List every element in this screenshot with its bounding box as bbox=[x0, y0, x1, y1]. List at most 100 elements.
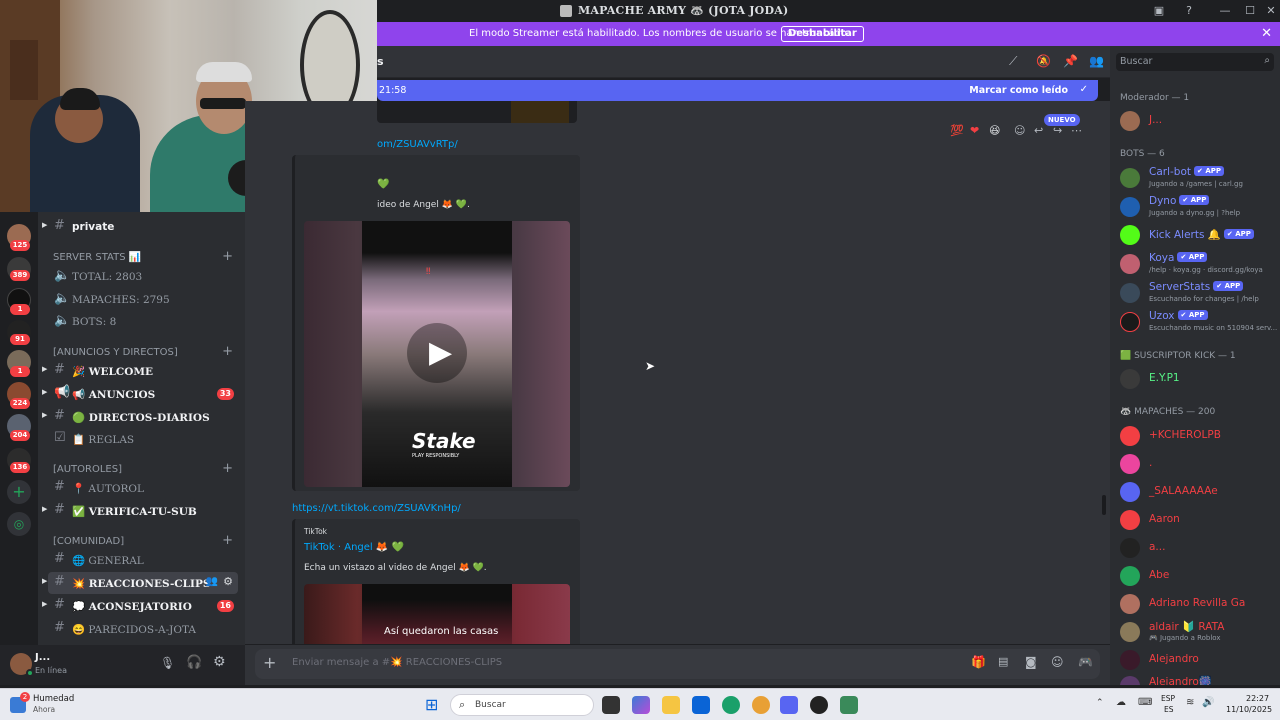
member-item[interactable]: +KCHEROLPB bbox=[1120, 423, 1275, 449]
close-window-button[interactable]: ✕ bbox=[1262, 2, 1280, 20]
member-item[interactable]: Abe bbox=[1120, 563, 1275, 589]
volume-icon[interactable]: 🔊 bbox=[1202, 697, 1214, 708]
cloud-icon[interactable]: ☁ bbox=[1116, 697, 1126, 708]
add-channel-icon[interactable]: + bbox=[222, 249, 233, 264]
threads-icon[interactable]: ⟋ bbox=[1009, 54, 1017, 69]
message-input[interactable]: Enviar mensaje a #💥 REACCIONES-CLIPS bbox=[292, 657, 502, 668]
search-input[interactable]: Buscar ⌕ bbox=[1116, 53, 1274, 71]
reaction-icon[interactable]: 💯 bbox=[950, 124, 964, 137]
channel-private[interactable]: ▶ # private bbox=[42, 216, 238, 238]
add-member-icon[interactable]: 👥 bbox=[206, 576, 218, 587]
add-reaction-icon[interactable]: ☺ bbox=[1014, 124, 1025, 137]
add-channel-icon[interactable]: + bbox=[222, 344, 233, 359]
discord-icon[interactable] bbox=[780, 696, 798, 714]
member-item[interactable]: Alejandro🎆 bbox=[1120, 673, 1275, 685]
user-settings-gear-icon[interactable]: ⚙ bbox=[213, 654, 226, 670]
clock-time[interactable]: 22:27 bbox=[1246, 694, 1269, 703]
channel-directos[interactable]: ▶ # 🟢 DIRECTOS-DIARIOS bbox=[42, 406, 238, 428]
windows-start-icon[interactable]: ⊞ bbox=[425, 695, 438, 714]
channel-general[interactable]: # 🌐 GENERAL bbox=[48, 549, 238, 571]
disable-streamer-button[interactable]: Deshabilitar bbox=[781, 26, 864, 42]
input-icon[interactable]: ⌨ bbox=[1138, 697, 1152, 708]
embed-title[interactable]: TikTok · Angel 🦊 💚 bbox=[304, 542, 404, 553]
headphones-icon[interactable]: 🎧 bbox=[186, 655, 202, 670]
member-item[interactable]: E.Y.P1 bbox=[1120, 366, 1275, 392]
language-label[interactable]: ESP bbox=[1161, 694, 1175, 703]
channel-reglas[interactable]: ☑ 📋 REGLAS bbox=[48, 428, 238, 450]
member-item[interactable]: Dyno ✔ APP Jugando a dyno.gg | ?help bbox=[1120, 194, 1275, 220]
member-item[interactable]: Kick Alerts 🔔 ✔ APP bbox=[1120, 222, 1275, 248]
heart-icon[interactable]: ❤ bbox=[970, 124, 979, 137]
member-item[interactable]: ServerStats ✔ APP Escuchando for changes … bbox=[1120, 280, 1275, 306]
member-item[interactable]: Adriano Revilla Ga bbox=[1120, 591, 1275, 617]
add-server-icon[interactable]: + bbox=[7, 480, 31, 504]
member-item[interactable]: Alejandro bbox=[1120, 647, 1275, 673]
member-item[interactable]: . bbox=[1120, 451, 1275, 477]
member-item[interactable]: Carl-bot ✔ APP Jugando a /games | carl.gg bbox=[1120, 165, 1275, 191]
reply-icon[interactable]: ↩ bbox=[1034, 124, 1043, 137]
new-messages-bar[interactable]: 21:58 Marcar como leído ✓ bbox=[377, 80, 1098, 101]
member-item[interactable]: J... bbox=[1120, 108, 1275, 134]
channel-parecidos[interactable]: # 😄 PARECIDOS-A-JOTA bbox=[48, 618, 238, 640]
discover-icon[interactable]: ◎ bbox=[7, 512, 31, 536]
apps-icon[interactable]: 🎮 bbox=[1078, 655, 1093, 669]
category-autoroles[interactable]: [AUTOROLES] bbox=[53, 464, 122, 475]
copilot-icon[interactable] bbox=[632, 696, 650, 714]
member-item[interactable]: Uzox ✔ APP Escuchando music on 510904 ser… bbox=[1120, 309, 1277, 335]
gif-icon[interactable]: ▤ bbox=[998, 655, 1008, 668]
tray-chevron-icon[interactable]: ⌃ bbox=[1096, 698, 1104, 708]
chrome-icon[interactable] bbox=[752, 696, 770, 714]
obs-icon[interactable] bbox=[810, 696, 828, 714]
close-banner-icon[interactable]: ✕ bbox=[1261, 26, 1272, 41]
mark-read-button[interactable]: Marcar como leído bbox=[969, 85, 1068, 96]
member-list-icon[interactable]: 👥 bbox=[1089, 54, 1104, 68]
maximize-button[interactable]: ☐ bbox=[1241, 2, 1259, 20]
channel-anuncios[interactable]: ▶ 📢 📢 ANUNCIOS 33 bbox=[42, 383, 238, 405]
category-anuncios[interactable]: [ANUNCIOS Y DIRECTOS] bbox=[53, 347, 178, 358]
channel-aconsejatorio[interactable]: ▶ # 💭 ACONSEJATORIO 16 bbox=[42, 595, 238, 617]
add-channel-icon[interactable]: + bbox=[222, 461, 233, 476]
emoji-icon[interactable]: ☺ bbox=[1051, 655, 1064, 669]
play-button[interactable]: ▶ bbox=[407, 323, 467, 383]
more-options-icon[interactable]: ⋯ bbox=[1071, 124, 1082, 137]
notifications-icon[interactable]: 🔕 bbox=[1036, 54, 1051, 68]
help-icon[interactable]: ? bbox=[1180, 2, 1198, 20]
member-item[interactable]: Koya ✔ APP /help · koya.gg · discord.gg/k… bbox=[1120, 251, 1275, 277]
channel-welcome[interactable]: ▶ # 🎉 WELCOME bbox=[42, 360, 238, 382]
member-item[interactable]: Aaron bbox=[1120, 507, 1275, 533]
pin-icon[interactable]: 📌 bbox=[1063, 54, 1078, 68]
chat-scrollbar[interactable] bbox=[1102, 495, 1106, 515]
message-input-box[interactable]: + Enviar mensaje a #💥 REACCIONES-CLIPS 🎁… bbox=[255, 649, 1100, 679]
channel-autorol[interactable]: # 📍 AUTOROL bbox=[48, 477, 238, 499]
laugh-icon[interactable]: 😆 bbox=[989, 124, 1000, 137]
calculator-icon[interactable] bbox=[840, 696, 858, 714]
forward-icon[interactable]: ↪ bbox=[1053, 124, 1062, 137]
member-item[interactable]: a... bbox=[1120, 535, 1275, 561]
category-comunidad[interactable]: [COMUNIDAD] bbox=[53, 536, 124, 547]
clock-date[interactable]: 11/10/2025 bbox=[1226, 705, 1272, 714]
microphone-icon[interactable]: 🎙 bbox=[160, 656, 175, 670]
add-attachment-icon[interactable]: + bbox=[263, 653, 276, 672]
wifi-icon[interactable]: ≋ bbox=[1186, 697, 1194, 708]
member-item[interactable]: aldair 🔰 RATA 🎮 Jugando a Roblox bbox=[1120, 619, 1275, 645]
gift-icon[interactable]: 🎁 bbox=[971, 655, 986, 669]
member-item[interactable]: _SALAAAAAe bbox=[1120, 479, 1275, 505]
task-view-icon[interactable] bbox=[602, 696, 620, 714]
inbox-icon[interactable]: ▣ bbox=[1150, 2, 1168, 20]
sticker-icon[interactable]: ◙ bbox=[1025, 655, 1037, 669]
add-channel-icon[interactable]: + bbox=[222, 533, 233, 548]
channel-reacciones-clips[interactable]: ▶ # 💥 REACCIONES-CLIPS 👥 ⚙ bbox=[42, 572, 238, 594]
video-thumbnail[interactable]: ‼ ▶ Stake PLAY RESPONSIBLY bbox=[304, 221, 570, 487]
channel-verifica[interactable]: ▶ # ✅ VERIFICA-TU-SUB bbox=[42, 500, 238, 522]
tiktok-embed: 💚 ideo de Angel 🦊 💚. ‼ ▶ Stake PLAY RESP… bbox=[292, 155, 580, 491]
message-link[interactable]: https://vt.tiktok.com/ZSUAVKnHp/ bbox=[292, 503, 461, 514]
category-server-stats[interactable]: SERVER STATS 📊 bbox=[53, 252, 141, 263]
file-explorer-icon[interactable] bbox=[662, 696, 680, 714]
minimize-button[interactable]: — bbox=[1216, 2, 1234, 20]
video-thumbnail[interactable]: Así quedaron las casas bbox=[304, 584, 570, 644]
gear-icon[interactable]: ⚙ bbox=[223, 575, 233, 588]
edge-icon[interactable] bbox=[722, 696, 740, 714]
store-icon[interactable] bbox=[692, 696, 710, 714]
message-link[interactable]: om/ZSUAVvRTp/ bbox=[377, 139, 458, 150]
taskbar-search[interactable]: ⌕ Buscar bbox=[450, 694, 594, 716]
